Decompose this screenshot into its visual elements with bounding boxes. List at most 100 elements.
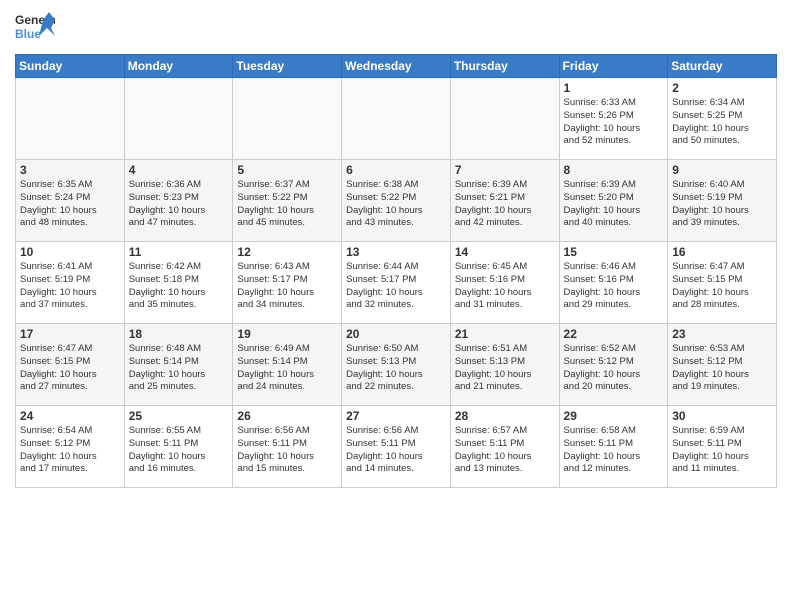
- calendar-cell: 14Sunrise: 6:45 AMSunset: 5:16 PMDayligh…: [450, 242, 559, 324]
- day-number: 7: [455, 163, 555, 177]
- day-info: Sunrise: 6:51 AMSunset: 5:13 PMDaylight:…: [455, 343, 555, 394]
- day-info: Sunrise: 6:56 AMSunset: 5:11 PMDaylight:…: [237, 425, 337, 476]
- day-info: Sunrise: 6:49 AMSunset: 5:14 PMDaylight:…: [237, 343, 337, 394]
- day-info: Sunrise: 6:38 AMSunset: 5:22 PMDaylight:…: [346, 179, 446, 230]
- day-number: 6: [346, 163, 446, 177]
- weekday-header-monday: Monday: [124, 55, 233, 78]
- day-info: Sunrise: 6:41 AMSunset: 5:19 PMDaylight:…: [20, 261, 120, 312]
- day-number: 30: [672, 409, 772, 423]
- day-number: 4: [129, 163, 229, 177]
- weekday-header-saturday: Saturday: [668, 55, 777, 78]
- svg-text:Blue: Blue: [15, 27, 41, 41]
- day-number: 20: [346, 327, 446, 341]
- calendar-table: SundayMondayTuesdayWednesdayThursdayFrid…: [15, 54, 777, 488]
- calendar-cell: 24Sunrise: 6:54 AMSunset: 5:12 PMDayligh…: [16, 406, 125, 488]
- calendar-cell: 11 Sunrise: 6:42 AMSunset: 5:18 PMDayligh…: [124, 242, 233, 324]
- calendar-cell: 2 Sunrise: 6:34 AMSunset: 5:25 PMDaylight…: [668, 78, 777, 160]
- calendar-week-row: 24Sunrise: 6:54 AMSunset: 5:12 PMDayligh…: [16, 406, 777, 488]
- calendar-cell: 3 Sunrise: 6:35 AMSunset: 5:24 PMDaylight…: [16, 160, 125, 242]
- day-info: Sunrise: 6:57 AMSunset: 5:11 PMDaylight:…: [455, 425, 555, 476]
- day-info: Sunrise: 6:47 AMSunset: 5:15 PMDaylight:…: [20, 343, 120, 394]
- day-info: Sunrise: 6:48 AMSunset: 5:14 PMDaylight:…: [129, 343, 229, 394]
- calendar-cell: 26Sunrise: 6:56 AMSunset: 5:11 PMDayligh…: [233, 406, 342, 488]
- calendar-cell: 18 Sunrise: 6:48 AMSunset: 5:14 PMDayligh…: [124, 324, 233, 406]
- calendar-cell: [342, 78, 451, 160]
- day-info: Sunrise: 6:36 AMSunset: 5:23 PMDaylight:…: [129, 179, 229, 230]
- logo-icon: General Blue: [15, 10, 55, 46]
- weekday-header-sunday: Sunday: [16, 55, 125, 78]
- day-number: 25: [129, 409, 229, 423]
- day-info: Sunrise: 6:56 AMSunset: 5:11 PMDaylight:…: [346, 425, 446, 476]
- calendar-cell: 12Sunrise: 6:43 AMSunset: 5:17 PMDayligh…: [233, 242, 342, 324]
- day-number: 2: [672, 81, 772, 95]
- calendar-cell: 10 Sunrise: 6:41 AMSunset: 5:19 PMDayligh…: [16, 242, 125, 324]
- calendar-cell: 20 Sunrise: 6:50 AMSunset: 5:13 PMDayligh…: [342, 324, 451, 406]
- calendar-cell: 19 Sunrise: 6:49 AMSunset: 5:14 PMDayligh…: [233, 324, 342, 406]
- day-number: 13: [346, 245, 446, 259]
- logo: General Blue: [15, 10, 55, 46]
- day-number: 22: [564, 327, 664, 341]
- calendar-cell: [450, 78, 559, 160]
- day-number: 21: [455, 327, 555, 341]
- calendar-cell: 30 Sunrise: 6:59 AMSunset: 5:11 PMDayligh…: [668, 406, 777, 488]
- calendar-week-row: 17 Sunrise: 6:47 AMSunset: 5:15 PMDayligh…: [16, 324, 777, 406]
- calendar-cell: 29Sunrise: 6:58 AMSunset: 5:11 PMDayligh…: [559, 406, 668, 488]
- day-info: Sunrise: 6:34 AMSunset: 5:25 PMDaylight:…: [672, 97, 772, 148]
- day-number: 11: [129, 245, 229, 259]
- day-number: 23: [672, 327, 772, 341]
- day-number: 5: [237, 163, 337, 177]
- calendar-cell: [16, 78, 125, 160]
- calendar-cell: [124, 78, 233, 160]
- day-info: Sunrise: 6:33 AMSunset: 5:26 PMDaylight:…: [564, 97, 664, 148]
- weekday-header-thursday: Thursday: [450, 55, 559, 78]
- calendar-week-row: 1 Sunrise: 6:33 AMSunset: 5:26 PMDaylight…: [16, 78, 777, 160]
- calendar-cell: 25 Sunrise: 6:55 AMSunset: 5:11 PMDayligh…: [124, 406, 233, 488]
- day-number: 14: [455, 245, 555, 259]
- calendar-cell: 22 Sunrise: 6:52 AMSunset: 5:12 PMDayligh…: [559, 324, 668, 406]
- day-info: Sunrise: 6:39 AMSunset: 5:21 PMDaylight:…: [455, 179, 555, 230]
- day-info: Sunrise: 6:53 AMSunset: 5:12 PMDaylight:…: [672, 343, 772, 394]
- day-info: Sunrise: 6:44 AMSunset: 5:17 PMDaylight:…: [346, 261, 446, 312]
- day-number: 17: [20, 327, 120, 341]
- day-number: 3: [20, 163, 120, 177]
- day-info: Sunrise: 6:43 AMSunset: 5:17 PMDaylight:…: [237, 261, 337, 312]
- day-info: Sunrise: 6:35 AMSunset: 5:24 PMDaylight:…: [20, 179, 120, 230]
- day-number: 15: [564, 245, 664, 259]
- day-number: 19: [237, 327, 337, 341]
- calendar-cell: 5 Sunrise: 6:37 AMSunset: 5:22 PMDaylight…: [233, 160, 342, 242]
- page-header: General Blue: [15, 10, 777, 46]
- calendar-week-row: 3 Sunrise: 6:35 AMSunset: 5:24 PMDaylight…: [16, 160, 777, 242]
- day-number: 1: [564, 81, 664, 95]
- day-number: 8: [564, 163, 664, 177]
- page-container: General Blue SundayMondayTuesdayWednesda…: [0, 0, 792, 612]
- day-number: 16: [672, 245, 772, 259]
- day-info: Sunrise: 6:39 AMSunset: 5:20 PMDaylight:…: [564, 179, 664, 230]
- day-number: 29: [564, 409, 664, 423]
- weekday-header-wednesday: Wednesday: [342, 55, 451, 78]
- calendar-cell: 13 Sunrise: 6:44 AMSunset: 5:17 PMDayligh…: [342, 242, 451, 324]
- weekday-header-tuesday: Tuesday: [233, 55, 342, 78]
- calendar-cell: 21 Sunrise: 6:51 AMSunset: 5:13 PMDayligh…: [450, 324, 559, 406]
- day-number: 27: [346, 409, 446, 423]
- day-info: Sunrise: 6:37 AMSunset: 5:22 PMDaylight:…: [237, 179, 337, 230]
- day-number: 10: [20, 245, 120, 259]
- calendar-cell: 15Sunrise: 6:46 AMSunset: 5:16 PMDayligh…: [559, 242, 668, 324]
- day-info: Sunrise: 6:47 AMSunset: 5:15 PMDaylight:…: [672, 261, 772, 312]
- weekday-header-friday: Friday: [559, 55, 668, 78]
- calendar-cell: 17 Sunrise: 6:47 AMSunset: 5:15 PMDayligh…: [16, 324, 125, 406]
- calendar-cell: 8 Sunrise: 6:39 AMSunset: 5:20 PMDaylight…: [559, 160, 668, 242]
- day-number: 18: [129, 327, 229, 341]
- calendar-cell: 9 Sunrise: 6:40 AMSunset: 5:19 PMDaylight…: [668, 160, 777, 242]
- day-number: 9: [672, 163, 772, 177]
- calendar-week-row: 10 Sunrise: 6:41 AMSunset: 5:19 PMDayligh…: [16, 242, 777, 324]
- day-info: Sunrise: 6:59 AMSunset: 5:11 PMDaylight:…: [672, 425, 772, 476]
- day-info: Sunrise: 6:40 AMSunset: 5:19 PMDaylight:…: [672, 179, 772, 230]
- calendar-cell: 1 Sunrise: 6:33 AMSunset: 5:26 PMDaylight…: [559, 78, 668, 160]
- day-number: 28: [455, 409, 555, 423]
- day-info: Sunrise: 6:52 AMSunset: 5:12 PMDaylight:…: [564, 343, 664, 394]
- calendar-cell: [233, 78, 342, 160]
- day-info: Sunrise: 6:50 AMSunset: 5:13 PMDaylight:…: [346, 343, 446, 394]
- calendar-cell: 4 Sunrise: 6:36 AMSunset: 5:23 PMDaylight…: [124, 160, 233, 242]
- day-info: Sunrise: 6:55 AMSunset: 5:11 PMDaylight:…: [129, 425, 229, 476]
- day-info: Sunrise: 6:42 AMSunset: 5:18 PMDaylight:…: [129, 261, 229, 312]
